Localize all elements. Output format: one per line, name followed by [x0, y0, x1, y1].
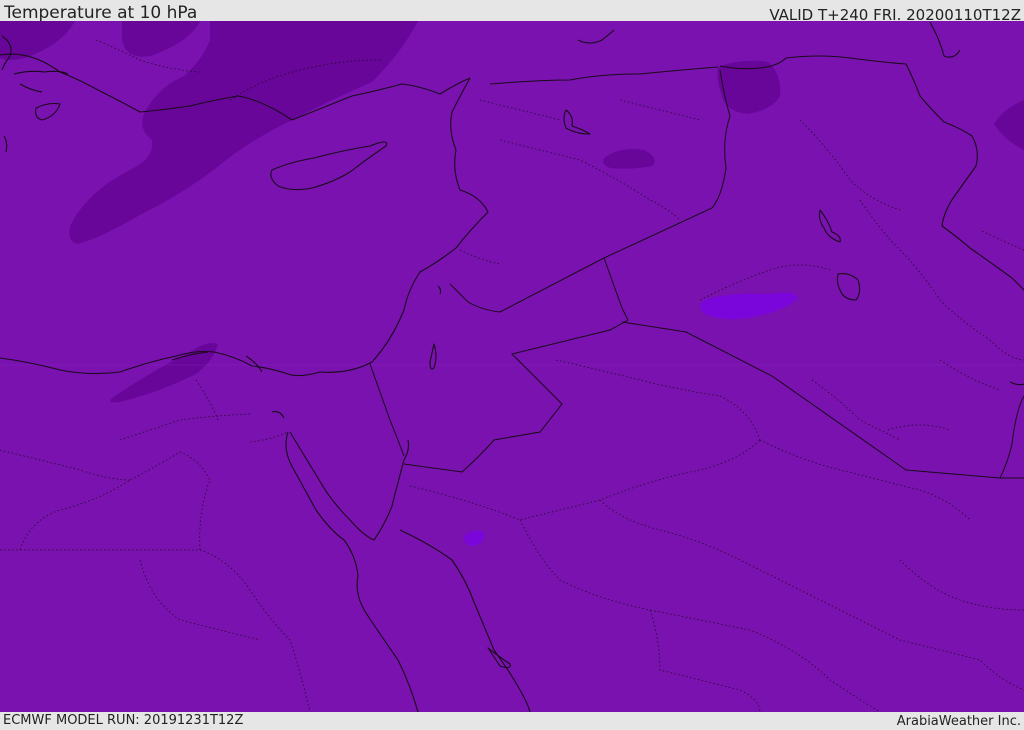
map-canvas	[0, 21, 1024, 713]
header-bar: Temperature at 10 hPa VALID T+240 FRI. 2…	[0, 0, 1024, 24]
model-run-label: ECMWF MODEL RUN: 20191231T12Z	[3, 713, 244, 728]
credit-label: ArabiaWeather Inc.	[896, 714, 1021, 729]
weather-map[interactable]	[0, 21, 1024, 713]
footer-bar: ECMWF MODEL RUN: 20191231T12Z ArabiaWeat…	[0, 712, 1024, 729]
